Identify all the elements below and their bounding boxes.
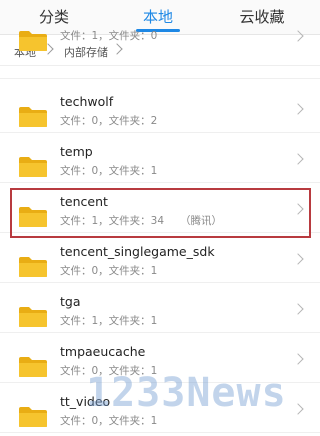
folder-meta: 文件：0，文件夹：2 — [60, 115, 158, 127]
folder-meta: 文件：1，文件夹：1 — [60, 315, 158, 327]
folder-name: tga — [60, 294, 81, 309]
folder-row[interactable]: tga 文件：1，文件夹：1 — [0, 284, 320, 333]
folder-row[interactable]: techwolf 文件：0，文件夹：2 — [0, 84, 320, 133]
folder-icon — [19, 357, 47, 377]
folder-icon — [19, 157, 47, 177]
tab-cloud-favorites[interactable]: 云收藏 — [222, 6, 302, 27]
folder-row[interactable]: tencent_singlegame_sdk 文件：0，文件夹：1 — [0, 234, 320, 283]
chevron-right-icon — [292, 30, 304, 42]
folder-meta: 文件：0，文件夹：1 — [60, 165, 158, 177]
chevron-right-icon — [292, 103, 304, 115]
folder-row[interactable]: temp 文件：0，文件夹：1 — [0, 134, 320, 183]
folder-name: techwolf — [60, 94, 114, 109]
folder-icon — [19, 407, 47, 427]
folder-name: tencent_singlegame_sdk — [60, 244, 215, 259]
folder-icon — [19, 307, 47, 327]
chevron-right-icon — [292, 153, 304, 165]
chevron-right-icon — [292, 303, 304, 315]
folder-meta: 文件：0，文件夹：1 — [60, 265, 158, 277]
watermark: 1233News — [86, 370, 287, 416]
folder-icon — [19, 257, 47, 277]
folder-row[interactable]: 文件：1，文件夹：0 — [0, 30, 320, 79]
folder-icon — [19, 107, 47, 127]
highlight-box — [10, 188, 311, 238]
folder-meta: 文件：1，文件夹：0 — [60, 30, 158, 42]
tab-category[interactable]: 分类 — [14, 6, 94, 27]
folder-name: temp — [60, 144, 93, 159]
folder-icon — [19, 31, 47, 51]
chevron-right-icon — [292, 253, 304, 265]
chevron-right-icon — [292, 403, 304, 415]
chevron-right-icon — [292, 353, 304, 365]
tab-local[interactable]: 本地 — [118, 6, 198, 27]
folder-name: tmpaeucache — [60, 344, 146, 359]
